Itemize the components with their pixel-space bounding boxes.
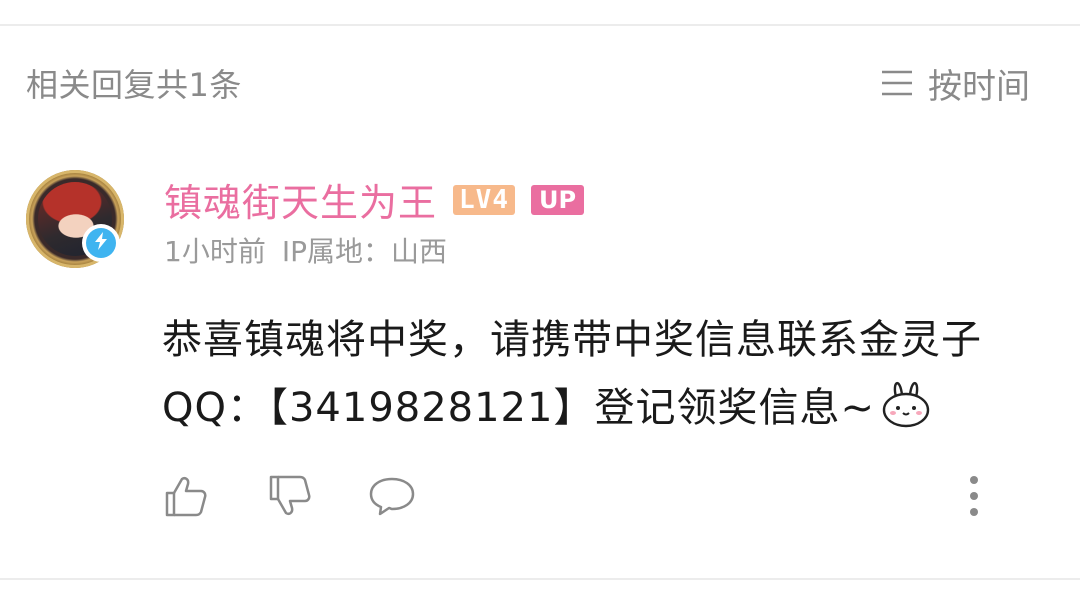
level-badge: LV4 — [453, 184, 515, 215]
comment-meta: 1小时前 IP属地：山西 — [164, 230, 447, 270]
comment-body: 恭喜镇魂将中奖，请携带中奖信息联系金灵子QQ：【3419828121】登记领奖信… — [162, 306, 1042, 450]
timestamp: 1小时前 — [164, 235, 266, 268]
username[interactable]: 镇魂街天生为王 — [164, 172, 437, 227]
user-row: 镇魂街天生为王 LV4 UP — [164, 172, 585, 227]
verified-badge — [82, 224, 120, 262]
comment-bubble-icon[interactable] — [368, 472, 416, 520]
lightning-bolt-icon — [93, 231, 109, 255]
comment-text: 恭喜镇魂将中奖，请携带中奖信息联系金灵子QQ：【3419828121】登记领奖信… — [162, 317, 982, 431]
more-vertical-icon[interactable] — [950, 472, 998, 520]
reply-count-label: 相关回复共1条 — [26, 66, 242, 104]
replies-header: 相关回复共1条 按时间 — [26, 58, 1030, 108]
ip-location: IP属地：山西 — [281, 235, 447, 268]
sort-label: 按时间 — [928, 66, 1030, 107]
bottom-divider — [0, 578, 1080, 580]
bunny-emoji — [879, 375, 933, 450]
up-badge: UP — [530, 184, 585, 215]
thumbs-up-icon[interactable] — [162, 472, 210, 520]
top-divider — [0, 24, 1080, 26]
comment-actions — [162, 472, 992, 522]
sort-by-time-button[interactable]: 按时间 — [880, 59, 1030, 108]
thumbs-down-icon[interactable] — [266, 472, 314, 520]
menu-lines-icon — [880, 68, 914, 98]
